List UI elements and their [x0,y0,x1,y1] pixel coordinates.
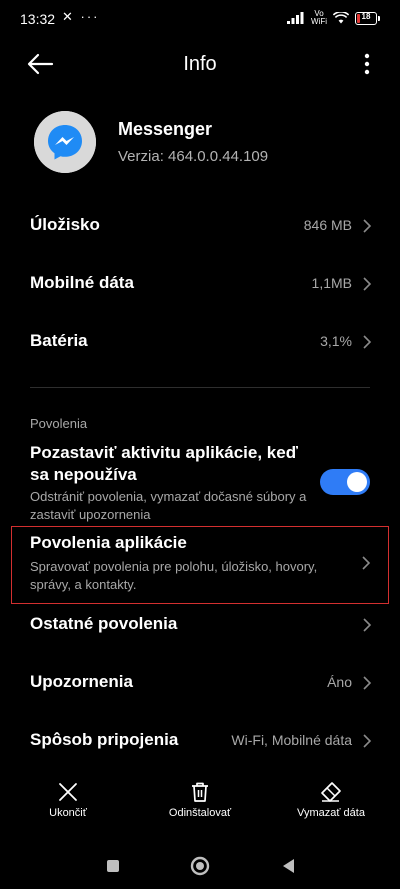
chevron-right-icon [363,219,372,233]
clear-data-label: Vymazať dáta [297,807,365,819]
status-bar: 13:32 ✕ ··· Vo WiFi 18 [0,0,400,38]
chevron-right-icon [363,618,372,632]
storage-label: Úložisko [30,215,100,234]
close-icon [59,783,77,801]
vowifi-icon: Vo WiFi [311,10,327,26]
messenger-icon [34,111,96,173]
notifications-row[interactable]: Upozornenia Áno [0,658,400,710]
status-right-icons: Vo WiFi 18 [287,10,380,26]
header: Info [0,40,400,88]
uninstall-button[interactable]: Odinštalovať [145,780,255,819]
permissions-section-label: Povolenia [30,416,88,431]
back-triangle-icon[interactable] [278,855,300,877]
connection-method-row[interactable]: Spôsob pripojenia Wi-Fi, Mobilné dáta [0,716,400,768]
chevron-right-icon [362,556,371,570]
status-notification-icons: ✕ ··· [62,9,100,24]
notifications-value: Áno [327,674,352,690]
chevron-right-icon [363,676,372,690]
screen: 13:32 ✕ ··· Vo WiFi 18 Info Messenger Ve… [0,0,400,889]
battery-value: 3,1% [320,333,352,349]
pause-activity-description: Odstrániť povolenia, vymazať dočasné súb… [30,489,307,522]
notifications-label: Upozornenia [30,672,133,691]
pause-activity-title: Pozastaviť aktivitu aplikácie, keď sa ne… [30,443,298,484]
app-name: Messenger [118,119,213,139]
app-permissions-description: Spravovať povolenia pre polohu, úložisko… [30,559,318,592]
bottom-action-bar: Ukončiť Odinštalovať Vymazať dáta [0,780,400,830]
vowifi-bottom: WiFi [311,17,327,26]
app-permissions-title: Povolenia aplikácie [30,533,187,552]
connection-method-value: Wi-Fi, Mobilné dáta [231,732,352,748]
more-vertical-icon[interactable] [362,52,372,76]
app-permissions-row[interactable]: Povolenia aplikácie Spravovať povolenia … [11,526,389,604]
status-time: 13:32 [20,11,56,27]
storage-row[interactable]: Úložisko 846 MB [0,201,400,253]
divider [30,387,370,388]
connection-method-label: Spôsob pripojenia [30,730,179,749]
clear-data-button[interactable]: Vymazať dáta [276,780,386,819]
mobile-data-value: 1,1MB [311,275,352,291]
wifi-icon [333,12,349,24]
uninstall-label: Odinštalovať [168,807,232,819]
battery-icon: 18 [355,11,380,25]
mobile-data-row[interactable]: Mobilné dáta 1,1MB [0,259,400,311]
toggle-knob [347,472,367,492]
other-permissions-row[interactable]: Ostatné povolenia [0,600,400,652]
storage-value: 846 MB [303,217,352,233]
mobile-data-label: Mobilné dáta [30,273,134,292]
home-icon[interactable] [189,855,211,877]
force-stop-button[interactable]: Ukončiť [13,780,123,819]
system-navigation-bar [0,845,400,885]
battery-level: 18 [361,11,371,21]
pause-activity-setting: Pozastaviť aktivitu aplikácie, keď sa ne… [0,440,400,522]
pause-activity-toggle[interactable] [320,469,370,495]
battery-label: Batéria [30,331,88,350]
page-title: Info [183,53,217,75]
recents-icon[interactable] [102,855,124,877]
chevron-right-icon [363,277,372,291]
eraser-icon [321,782,341,802]
chevron-right-icon [363,734,372,748]
force-stop-label: Ukončiť [49,807,87,819]
trash-icon [192,782,208,802]
chevron-right-icon [363,335,372,349]
battery-row[interactable]: Batéria 3,1% [0,317,400,369]
signal-icon [287,12,304,24]
app-version: Verzia: 464.0.0.44.109 [118,148,269,165]
other-permissions-label: Ostatné povolenia [30,614,178,633]
